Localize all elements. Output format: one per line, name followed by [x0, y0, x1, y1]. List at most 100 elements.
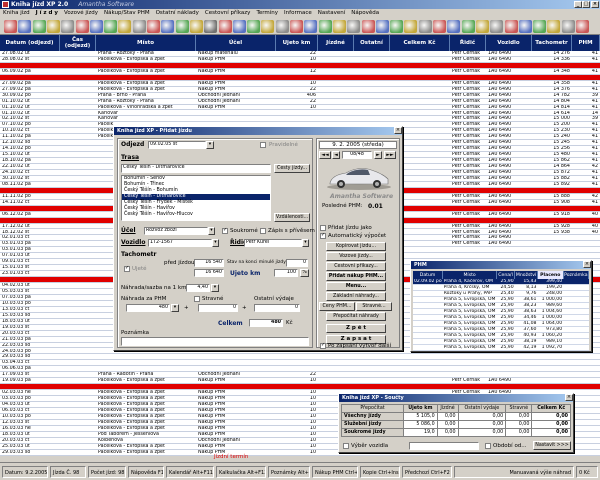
toolbar-button-icon[interactable]	[175, 20, 189, 33]
column-header[interactable]: Ostatní	[354, 35, 390, 51]
soukrome-checkbox[interactable]	[222, 227, 228, 234]
maximize-button[interactable]: □	[582, 1, 590, 8]
toolbar-button-icon[interactable]	[247, 20, 261, 33]
poznamka-input[interactable]	[121, 337, 309, 346]
ridic-dropdown-button[interactable]: ▾	[302, 239, 309, 247]
column-header[interactable]: Celkem Kč	[390, 35, 450, 51]
side-action-button[interactable]: Základní náhrady...	[326, 292, 386, 301]
toolbar-button-icon[interactable]	[18, 20, 32, 33]
toolbar-button-icon[interactable]	[104, 20, 118, 33]
toolbar-button-icon[interactable]	[275, 20, 289, 33]
side-action-button[interactable]: Vozové jízdy...	[326, 252, 386, 261]
menu-item-8[interactable]: Nastavení	[315, 10, 349, 16]
ucel-input[interactable]: Rozvoz zboží	[144, 227, 208, 235]
menu-item-3[interactable]: Nákup/Stav PHM	[101, 10, 153, 16]
toolbar-button-icon[interactable]	[290, 20, 303, 33]
menu-item-5[interactable]: Cestovní příkazy	[202, 10, 254, 16]
vyber-vozidla-checkbox[interactable]	[343, 443, 349, 449]
side-action-button[interactable]: Přepočítat náhrady	[326, 312, 386, 321]
column-header[interactable]: Místo	[96, 35, 196, 51]
ostatni-vydaje-input[interactable]: 0	[254, 304, 300, 312]
toolbar-button-icon[interactable]	[304, 20, 318, 33]
vozidlo-dropdown-button[interactable]: ▾	[212, 239, 219, 247]
calendar-date[interactable]: 9. 2. 2005 (středa)	[319, 141, 397, 149]
side-action-button[interactable]: Stravné...	[356, 302, 392, 311]
stravne-checkbox[interactable]	[194, 296, 200, 302]
toolbar-button-icon[interactable]	[332, 20, 346, 33]
trasa-routes-button[interactable]: Cesty jízdy...	[274, 164, 310, 173]
ridic-input[interactable]: Petr Kurel	[244, 239, 302, 247]
phm-column-header[interactable]: Množství	[514, 271, 538, 279]
menu-item-7[interactable]: Informace	[281, 10, 315, 16]
ujete-checkbox[interactable]	[124, 265, 130, 272]
toolbar-button-icon[interactable]	[375, 20, 389, 33]
toolbar-button-icon[interactable]	[504, 20, 518, 33]
toolbar-button-icon[interactable]	[4, 20, 17, 33]
toolbar-button-icon[interactable]	[147, 20, 160, 33]
toolbar-button-icon[interactable]	[46, 20, 60, 33]
toolbar-button-icon[interactable]	[347, 20, 361, 33]
automaticky-vypocet-checkbox[interactable]	[320, 232, 326, 239]
column-header[interactable]: Řidič	[450, 35, 486, 51]
trasa-input[interactable]: Český Těšín - Ditmarovice	[121, 164, 271, 173]
toolbar-button-icon[interactable]	[218, 20, 232, 33]
menu-item-6[interactable]: Termíny	[253, 10, 281, 16]
menu-item-4[interactable]: Ostatní náklady	[153, 10, 202, 16]
dialog-close-button[interactable]: ×	[394, 127, 402, 134]
pridat-jako-checkbox[interactable]	[320, 225, 326, 231]
toolbar-button-icon[interactable]	[404, 20, 418, 33]
na-konci-input[interactable]: 16 640	[194, 269, 224, 277]
menu-item-2[interactable]: Vozové jízdy	[61, 10, 101, 16]
next-day-button[interactable]: ►►	[384, 151, 396, 159]
toolbar-button-icon[interactable]	[261, 20, 275, 33]
toolbar-button-icon[interactable]	[418, 20, 432, 33]
phm-table[interactable]: Datum Místo Cena/l Množství Placeno Poznámka 0…	[413, 271, 589, 351]
ujeto-calc-button[interactable]: %	[300, 269, 309, 277]
minimize-button[interactable]: _	[574, 1, 582, 8]
next-button[interactable]: ►	[374, 151, 382, 159]
route-item[interactable]: Český Těšín - Havířov-Hlucov	[122, 212, 270, 218]
column-header[interactable]: Ujeto km	[276, 35, 318, 51]
ujeto-km-input[interactable]: 100	[274, 269, 298, 277]
column-header[interactable]: Účel	[196, 35, 276, 51]
column-header[interactable]: Vozidlo	[486, 35, 532, 51]
toolbar-button-icon[interactable]	[61, 20, 75, 33]
toolbar-button-icon[interactable]	[189, 20, 203, 33]
vozidlo-input[interactable]: 1T2-1567	[148, 239, 212, 247]
zpet-button[interactable]: Z p ě t	[326, 324, 386, 333]
column-header[interactable]: Jízdné	[318, 35, 354, 51]
toolbar-button-icon[interactable]	[204, 20, 218, 33]
stravne-input[interactable]: 0	[198, 304, 238, 312]
toolbar-button-icon[interactable]	[89, 20, 103, 33]
menu-item-1[interactable]: J í z d y	[33, 10, 61, 16]
vzdalenosti-button[interactable]: Vzdálenosti...	[274, 213, 310, 222]
toolbar-button-icon[interactable]	[118, 20, 132, 33]
column-header[interactable]: Tachometr	[532, 35, 572, 51]
nahrada-sazba-input[interactable]: 4,40	[186, 284, 210, 292]
date-dropdown-button[interactable]: ▾	[206, 141, 214, 149]
toolbar-button-icon[interactable]	[232, 20, 246, 33]
phm-column-header[interactable]: Datum	[413, 271, 444, 279]
day-counter[interactable]: 08/48	[342, 151, 372, 159]
zapis-privesem-checkbox[interactable]	[260, 228, 266, 234]
column-header[interactable]: Datum (odjezd)	[0, 35, 60, 51]
phm-column-header[interactable]: Cena/l	[496, 271, 516, 279]
nahrada-sazba-dropdown[interactable]: ▾	[211, 284, 219, 292]
zapsat-dalsi-checkbox[interactable]	[320, 342, 326, 349]
toolbar-button-icon[interactable]	[475, 20, 489, 33]
vyber-vozidla-input[interactable]	[409, 442, 479, 450]
nahrada-phm-dropdown[interactable]: ▾	[171, 304, 179, 312]
toolbar-button-icon[interactable]	[533, 20, 547, 33]
toolbar-button-icon[interactable]	[75, 20, 89, 33]
toolbar-button-icon[interactable]	[390, 20, 404, 33]
summary-close-button[interactable]: ×	[565, 394, 573, 401]
phm-close-button[interactable]: ×	[583, 261, 591, 268]
menu-item-9[interactable]: Nápověda	[348, 10, 382, 16]
toolbar-button-icon[interactable]	[318, 20, 332, 33]
toolbar-button-icon[interactable]	[547, 20, 561, 33]
toolbar-button-icon[interactable]	[161, 20, 175, 33]
stav-minule-input[interactable]: 0	[286, 259, 308, 267]
obdobi-checkbox[interactable]	[485, 443, 491, 449]
toolbar-button-icon[interactable]	[561, 20, 575, 33]
column-header[interactable]: Čas (odjezd)	[60, 35, 96, 51]
